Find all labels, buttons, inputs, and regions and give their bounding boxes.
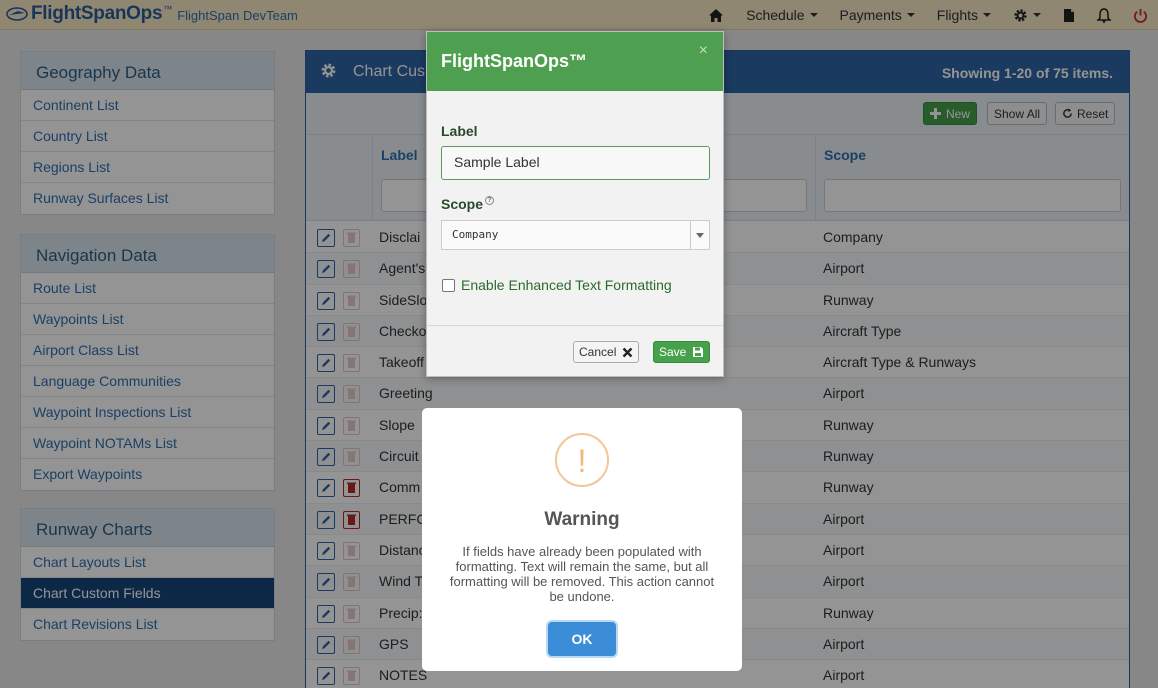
modal-footer: Cancel Save (427, 325, 723, 376)
close-icon[interactable]: × (699, 42, 708, 60)
modal-title: FlightSpanOps™ (441, 51, 587, 71)
cancel-button-label: Cancel (579, 345, 617, 359)
label-input[interactable]: Sample Label (441, 146, 710, 180)
ok-button[interactable]: OK (548, 622, 616, 656)
cancel-button[interactable]: Cancel (573, 341, 640, 363)
warning-dialog: ! Warning If fields have already been po… (422, 408, 742, 671)
warning-message: If fields have already been populated wi… (449, 544, 715, 604)
enhanced-formatting-label[interactable]: Enable Enhanced Text Formatting (461, 277, 672, 293)
scope-field-label-text: Scope (441, 196, 484, 212)
warning-title: Warning (544, 509, 620, 530)
chevron-down-icon (690, 221, 709, 249)
modal-header: FlightSpanOps™ × (427, 32, 723, 91)
save-button-label: Save (659, 345, 687, 359)
help-icon[interactable]: ? (485, 196, 495, 205)
enhanced-formatting-checkbox[interactable] (442, 279, 455, 292)
close-icon (623, 347, 633, 357)
scope-select[interactable]: Company (441, 220, 710, 250)
warning-icon: ! (555, 433, 609, 487)
scope-field-label: Scope? (441, 196, 495, 212)
edit-field-modal: FlightSpanOps™ × Label Sample Label Scop… (426, 31, 724, 377)
save-button[interactable]: Save (653, 341, 711, 363)
label-field-label: Label (441, 123, 478, 139)
floppy-disk-icon (693, 347, 704, 357)
scope-select-value: Company (452, 228, 499, 241)
